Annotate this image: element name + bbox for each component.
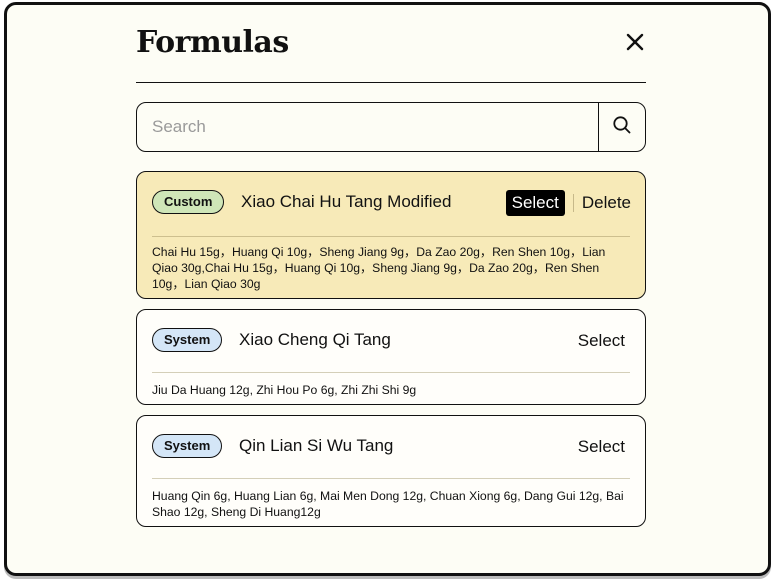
formula-ingredients: Jiu Da Huang 12g, Zhi Hou Po 6g, Zhi Zhi… [152,383,417,397]
dialog-header: Formulas [136,25,646,83]
formula-type-badge: System [152,434,223,458]
formula-type-badge: System [152,328,223,352]
formula-card: Custom Xiao Chai Hu Tang Modified Select… [136,171,646,299]
card-divider [152,372,630,373]
search-bar [136,102,646,152]
formula-name: Qin Lian Si Wu Tang [239,436,394,455]
dialog-title: Formulas [136,25,289,60]
search-button[interactable] [598,103,645,151]
formula-card: System Qin Lian Si Wu Tang Select Huang … [136,415,646,527]
formula-name: Xiao Cheng Qi Tang [239,330,391,349]
search-input[interactable] [137,103,598,151]
formula-actions: Select Delete [505,188,631,218]
formula-type-badge: Custom [152,190,225,214]
card-divider [152,478,630,479]
select-button[interactable]: Select [572,434,631,460]
formula-actions: Select [572,432,631,462]
select-button[interactable]: Select [505,190,565,216]
action-separator [572,194,574,212]
formula-card-header: System Qin Lian Si Wu Tang Select [137,416,645,478]
formula-actions: Select [572,326,631,356]
search-icon [612,115,632,140]
formula-card-header: Custom Xiao Chai Hu Tang Modified Select… [137,172,645,234]
formula-ingredients: Huang Qin 6g, Huang Lian 6g, Mai Men Don… [152,489,624,519]
formula-card-header: System Xiao Cheng Qi Tang Select [137,310,645,372]
formula-card: System Xiao Cheng Qi Tang Select Jiu Da … [136,309,646,405]
formula-name: Xiao Chai Hu Tang Modified [241,192,452,211]
delete-button[interactable]: Delete [582,190,631,216]
card-divider [152,236,630,237]
close-icon[interactable] [624,31,646,53]
formula-ingredients: Chai Hu 15g，Huang Qi 10g，Sheng Jiang 9g，… [152,245,606,291]
select-button[interactable]: Select [572,328,631,354]
formulas-dialog: Formulas Custom Xiao Chai Hu Tang Modifi… [4,2,771,576]
